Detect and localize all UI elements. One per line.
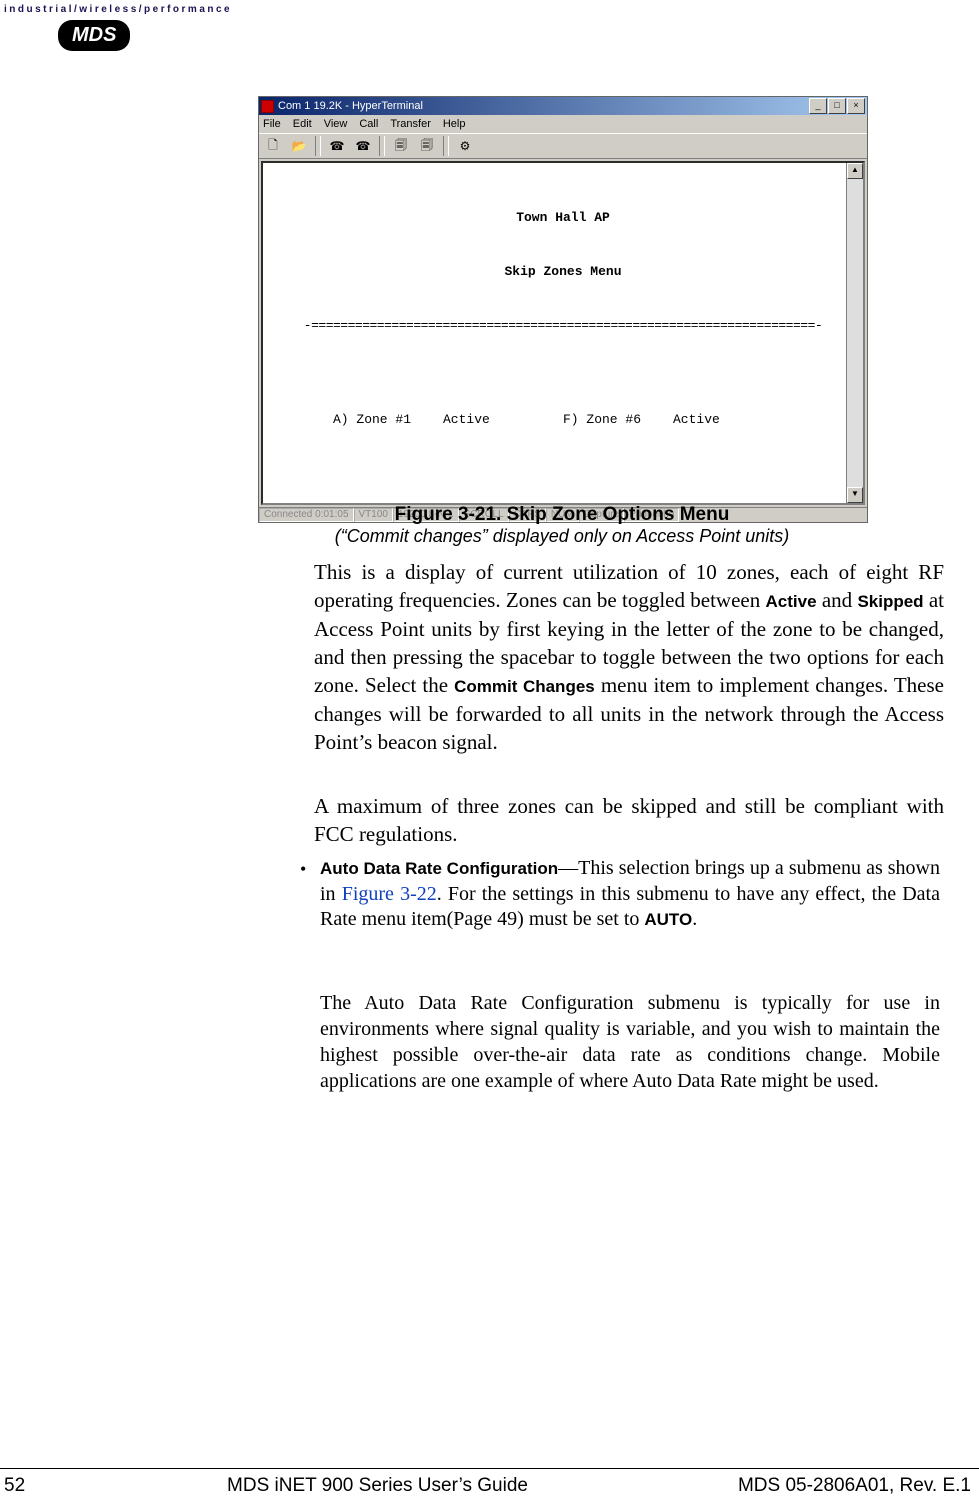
logo-badge: MDS <box>58 20 130 51</box>
toolbar-new-icon[interactable]: 🗋 <box>261 135 285 157</box>
toolbar-receive-icon[interactable]: 🗐 <box>415 135 439 157</box>
term-auto: AUTO <box>644 910 692 929</box>
term-commit-changes: Commit Changes <box>454 677 595 696</box>
menu-file[interactable]: File <box>263 118 281 130</box>
figure-subtitle: (“Commit changes” displayed only on Acce… <box>258 526 866 547</box>
menu-transfer[interactable]: Transfer <box>390 118 431 130</box>
hyperterminal-window: Com 1 19.2K - HyperTerminal _ □ × File E… <box>258 96 868 523</box>
figure-link[interactable]: Figure 3-22 <box>342 883 437 905</box>
terminal-viewport: Town Hall AP Skip Zones Menu -==========… <box>261 161 865 505</box>
paragraph-2: A maximum of three zones can be skipped … <box>314 792 944 849</box>
footer-guide-title: MDS iNET 900 Series User’s Guide <box>64 1475 691 1497</box>
menubar: File Edit View Call Transfer Help <box>259 115 867 133</box>
terminal-title2: Skip Zones Menu <box>263 263 863 281</box>
page-footer: 52 MDS iNET 900 Series User’s Guide MDS … <box>0 1468 979 1497</box>
maximize-button[interactable]: □ <box>828 98 846 114</box>
toolbar: 🗋 📂 ☎ ☎ 🗐 🗐 ⚙ <box>259 133 867 159</box>
term-active: Active <box>766 592 817 611</box>
scroll-down-icon[interactable]: ▼ <box>847 487 863 503</box>
minimize-button[interactable]: _ <box>809 98 827 114</box>
term-skipped: Skipped <box>857 592 923 611</box>
menu-help[interactable]: Help <box>443 118 466 130</box>
terminal-title1: Town Hall AP <box>263 209 863 227</box>
vertical-scrollbar[interactable]: ▲ ▼ <box>846 163 863 503</box>
menu-edit[interactable]: Edit <box>293 118 312 130</box>
figure-caption: Figure 3-21. Skip Zone Options Menu (“Co… <box>258 504 866 547</box>
menu-view[interactable]: View <box>324 118 348 130</box>
bullet-icon: • <box>300 856 320 933</box>
zone-row: A) Zone #1Active F) Zone #6Active <box>263 411 863 429</box>
toolbar-send-icon[interactable]: 🗐 <box>389 135 413 157</box>
paragraph-3: The Auto Data Rate Configuration submenu… <box>320 990 940 1094</box>
toolbar-open-icon[interactable]: 📂 <box>287 135 311 157</box>
close-button[interactable]: × <box>847 98 865 114</box>
scroll-up-icon[interactable]: ▲ <box>847 163 863 179</box>
figure-title: Figure 3-21. Skip Zone Options Menu <box>258 504 866 526</box>
menu-call[interactable]: Call <box>359 118 378 130</box>
toolbar-properties-icon[interactable]: ⚙ <box>453 135 477 157</box>
toolbar-hangup-icon[interactable]: ☎ <box>351 135 375 157</box>
toolbar-call-icon[interactable]: ☎ <box>325 135 349 157</box>
page-number: 52 <box>0 1475 64 1497</box>
bullet-title: Auto Data Rate Configuration <box>320 859 558 878</box>
window-titlebar: Com 1 19.2K - HyperTerminal _ □ × <box>259 97 867 115</box>
window-title: Com 1 19.2K - HyperTerminal <box>278 100 423 112</box>
paragraph-1: This is a display of current utilization… <box>314 558 944 756</box>
terminal-separator: -=======================================… <box>263 317 863 335</box>
header-tagline: industrial/wireless/performance <box>4 4 232 15</box>
footer-revision: MDS 05-2806A01, Rev. E.1 <box>691 1475 979 1497</box>
bullet-item: • Auto Data Rate Configuration—This sele… <box>300 856 940 933</box>
app-icon <box>261 100 274 113</box>
